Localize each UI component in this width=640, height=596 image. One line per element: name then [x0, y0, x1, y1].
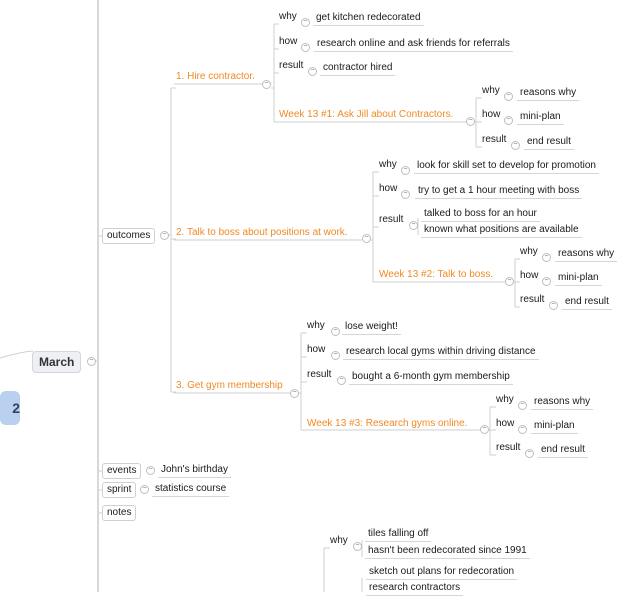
- node-events[interactable]: events: [102, 463, 142, 479]
- why-label[interactable]: why: [328, 535, 350, 547]
- node-sprint[interactable]: sprint: [102, 482, 137, 498]
- offscreen-node[interactable]: 2: [0, 391, 20, 425]
- result-label[interactable]: result: [305, 369, 333, 381]
- result-label[interactable]: result: [480, 134, 508, 146]
- leaf-node[interactable]: mini-plan: [555, 272, 602, 286]
- collapse-toggle[interactable]: [401, 190, 410, 199]
- how-label[interactable]: how: [377, 183, 399, 195]
- collapse-toggle[interactable]: [525, 449, 534, 458]
- task-node-1[interactable]: 1. Hire contractor.: [174, 71, 257, 83]
- leaf-node[interactable]: bought a 6-month gym membership: [349, 371, 513, 385]
- leaf-node[interactable]: research local gyms within driving dista…: [343, 346, 539, 360]
- collapse-toggle[interactable]: [160, 231, 169, 240]
- collapse-toggle[interactable]: [331, 351, 340, 360]
- collapse-toggle[interactable]: [401, 166, 410, 175]
- leaf-node[interactable]: end result: [524, 136, 574, 150]
- week-node-1[interactable]: Week 13 #1: Ask Jill about Contractors.: [277, 109, 455, 121]
- leaf-node[interactable]: known what positions are available: [421, 224, 582, 238]
- collapse-toggle[interactable]: [511, 141, 520, 150]
- node-notes[interactable]: notes: [102, 505, 137, 521]
- collapse-toggle[interactable]: [504, 116, 513, 125]
- collapse-toggle[interactable]: [301, 18, 310, 27]
- collapse-toggle[interactable]: [480, 425, 489, 434]
- leaf-node[interactable]: statistics course: [152, 483, 230, 497]
- result-label[interactable]: result: [518, 294, 546, 306]
- how-label[interactable]: how: [480, 109, 502, 121]
- leaf-node[interactable]: talked to boss for an hour: [421, 208, 540, 222]
- leaf-node[interactable]: get kitchen redecorated: [313, 12, 424, 26]
- collapse-toggle[interactable]: [542, 253, 551, 262]
- task-node-3[interactable]: 3. Get gym membership: [174, 380, 285, 392]
- week-node-3[interactable]: Week 13 #3: Research gyms online.: [305, 418, 469, 430]
- leaf-node[interactable]: look for skill set to develop for promot…: [414, 160, 599, 174]
- leaf-node[interactable]: end result: [538, 444, 588, 458]
- collapse-toggle[interactable]: [308, 67, 317, 76]
- how-label[interactable]: how: [277, 36, 299, 48]
- leaf-node[interactable]: reasons why: [517, 87, 580, 101]
- root-node-march[interactable]: March: [32, 351, 82, 373]
- why-label[interactable]: why: [518, 246, 540, 258]
- collapse-toggle[interactable]: [466, 117, 475, 126]
- collapse-toggle[interactable]: [542, 277, 551, 286]
- leaf-node[interactable]: research online and ask friends for refe…: [314, 38, 513, 52]
- leaf-node[interactable]: hasn't been redecorated since 1991: [365, 545, 530, 559]
- how-label[interactable]: how: [305, 344, 327, 356]
- collapse-toggle[interactable]: [140, 485, 149, 494]
- task-node-2[interactable]: 2. Talk to boss about positions at work.: [174, 227, 350, 239]
- leaf-node[interactable]: try to get a 1 hour meeting with boss: [415, 185, 583, 199]
- why-label[interactable]: why: [494, 394, 516, 406]
- node-outcomes[interactable]: outcomes: [102, 228, 156, 244]
- collapse-toggle[interactable]: [504, 92, 513, 101]
- leaf-node[interactable]: end result: [562, 296, 612, 310]
- collapse-toggle[interactable]: [262, 80, 271, 89]
- leaf-node[interactable]: reasons why: [555, 248, 618, 262]
- leaf-node[interactable]: contractor hired: [320, 62, 396, 76]
- how-label[interactable]: how: [518, 270, 540, 282]
- collapse-toggle[interactable]: [409, 221, 418, 230]
- result-label[interactable]: result: [494, 442, 522, 454]
- leaf-node[interactable]: lose weight!: [342, 321, 401, 335]
- collapse-toggle[interactable]: [518, 401, 527, 410]
- leaf-node[interactable]: mini-plan: [531, 420, 578, 434]
- how-label[interactable]: how: [494, 418, 516, 430]
- leaf-node[interactable]: reasons why: [531, 396, 594, 410]
- week-node-2[interactable]: Week 13 #2: Talk to boss.: [377, 269, 495, 281]
- mind-map-canvas: 2 March outcomes events John's birthday …: [0, 0, 640, 596]
- leaf-node[interactable]: research contractors: [366, 582, 464, 596]
- why-label[interactable]: why: [277, 11, 299, 23]
- leaf-node[interactable]: tiles falling off: [365, 528, 432, 542]
- collapse-toggle[interactable]: [331, 327, 340, 336]
- result-label[interactable]: result: [377, 214, 405, 226]
- collapse-toggle[interactable]: [353, 542, 362, 551]
- collapse-toggle[interactable]: [87, 357, 96, 366]
- result-label[interactable]: result: [277, 60, 305, 72]
- collapse-toggle[interactable]: [301, 43, 310, 52]
- collapse-toggle[interactable]: [518, 425, 527, 434]
- collapse-toggle[interactable]: [290, 389, 299, 398]
- leaf-node[interactable]: mini-plan: [517, 111, 564, 125]
- collapse-toggle[interactable]: [337, 376, 346, 385]
- collapse-toggle[interactable]: [146, 466, 155, 475]
- collapse-toggle[interactable]: [362, 234, 371, 243]
- collapse-toggle[interactable]: [505, 277, 514, 286]
- why-label[interactable]: why: [377, 159, 399, 171]
- why-label[interactable]: why: [480, 85, 502, 97]
- leaf-node[interactable]: sketch out plans for redecoration: [366, 566, 518, 580]
- leaf-node[interactable]: John's birthday: [158, 464, 231, 478]
- connector-line: [0, 350, 34, 359]
- why-label[interactable]: why: [305, 320, 327, 332]
- collapse-toggle[interactable]: [549, 301, 558, 310]
